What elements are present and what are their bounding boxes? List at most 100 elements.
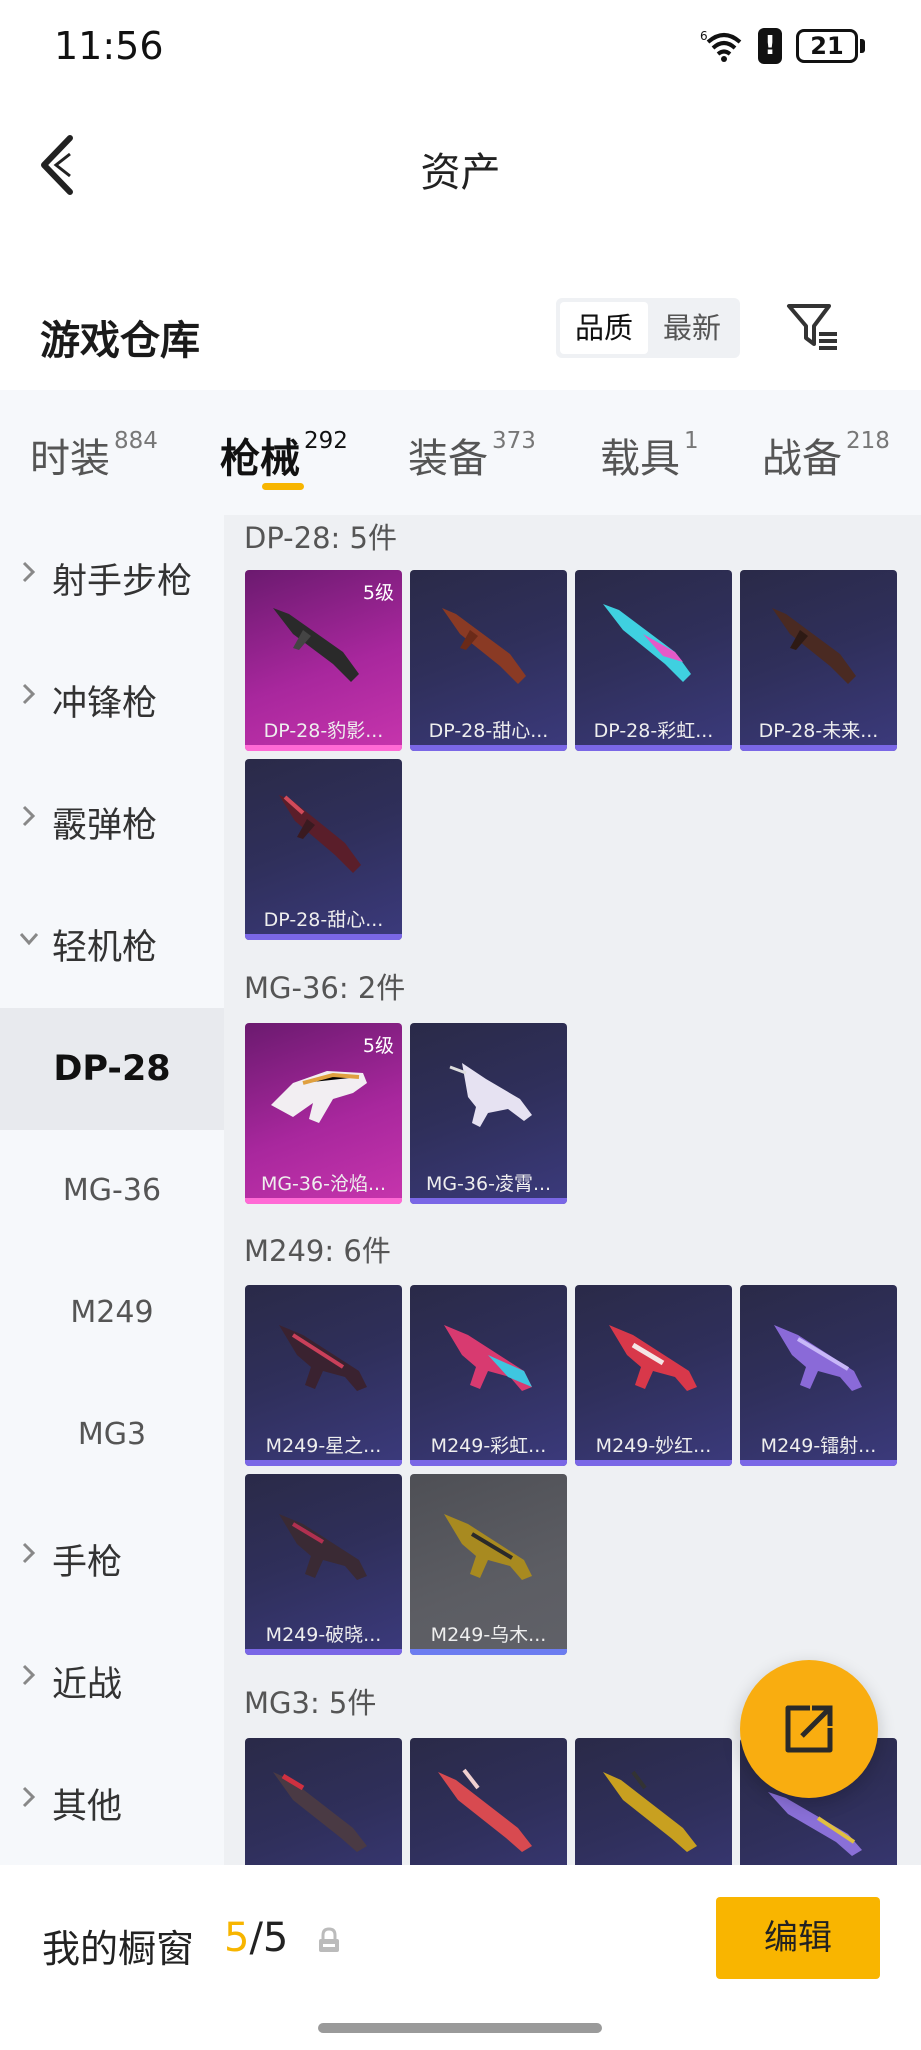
weapon-skin-image: [279, 1325, 367, 1391]
skin-card[interactable]: DP-28-甜心...: [410, 570, 567, 751]
home-indicator[interactable]: [318, 2023, 602, 2033]
skin-name: M249-星之...: [265, 1435, 382, 1457]
group-title: M249: 6件: [244, 1234, 391, 1268]
sidebar-item-label: 霰弹枪: [52, 806, 158, 846]
active-tab-indicator: [262, 483, 304, 490]
skin-name: DP-28-未来...: [758, 720, 879, 742]
skin-name: DP-28-甜心...: [428, 720, 549, 742]
section-head: 游戏仓库 品质 最新: [0, 290, 921, 390]
svg-text:6: 6: [700, 29, 708, 43]
skin-card[interactable]: M249-星之...: [245, 1285, 402, 1466]
skin-card[interactable]: DP-28-未来...: [740, 570, 897, 751]
chevron-right-icon: [22, 805, 36, 827]
skin-card[interactable]: DP-28-甜心...: [245, 759, 402, 940]
sidebar-item-marksman-rifle[interactable]: 射手步枪: [0, 515, 224, 637]
skin-card[interactable]: [575, 1738, 732, 1865]
showcase-label: 我的橱窗: [42, 1927, 195, 1971]
sidebar-subitem-dp28[interactable]: DP-28: [0, 1008, 224, 1130]
weapon-skin-image: [273, 608, 359, 682]
tab-count: 218: [846, 428, 890, 454]
skin-name: M249-乌木...: [430, 1624, 547, 1646]
sidebar-item-lmg[interactable]: 轻机枪: [0, 881, 224, 1003]
tab-firearms[interactable]: 枪械 292: [220, 426, 348, 484]
tab-label: 装备: [408, 436, 488, 482]
sidebar-item-shotgun[interactable]: 霰弹枪: [0, 759, 224, 881]
sidebar-item-label: 轻机枪: [52, 928, 158, 968]
skin-card[interactable]: [410, 1738, 567, 1865]
level-badge: 5级: [362, 1035, 394, 1057]
sidebar-item-pistol[interactable]: 手枪: [0, 1496, 224, 1618]
skin-card[interactable]: M249-乌木...: [410, 1474, 567, 1655]
skin-card[interactable]: MG-36-凌霄...: [410, 1023, 567, 1204]
tab-vehicles[interactable]: 载具 1: [600, 426, 699, 484]
skin-card[interactable]: M249-破晓...: [245, 1474, 402, 1655]
sort-newest-option[interactable]: 最新: [648, 302, 736, 354]
weapon-skin-image: [271, 1071, 367, 1123]
showcase-current: 5: [224, 1915, 250, 1961]
skin-name: M249-镭射...: [760, 1435, 877, 1457]
top-bar: 资产: [0, 95, 921, 235]
showcase-total: /5: [249, 1915, 289, 1961]
battery-level: 21: [796, 29, 858, 63]
share-icon: [785, 1705, 833, 1753]
tab-label: 战备: [762, 436, 842, 482]
weapon-skin-image: [444, 1514, 532, 1580]
group-title: MG-36: 2件: [244, 971, 406, 1005]
section-title: 游戏仓库: [40, 318, 200, 364]
sidebar-subitem-mg36[interactable]: MG-36: [0, 1130, 224, 1252]
status-icons: 6 ! 21: [700, 28, 865, 64]
skin-card[interactable]: M249-彩虹...: [410, 1285, 567, 1466]
sidebar-item-other[interactable]: 其他: [0, 1740, 224, 1862]
weapon-skin-image: [774, 1325, 862, 1391]
filter-icon[interactable]: [785, 298, 841, 354]
wifi-icon: 6: [700, 29, 742, 62]
edit-button[interactable]: 编辑: [716, 1897, 880, 1979]
group-title: DP-28: 5件: [244, 521, 397, 555]
weapon-skin-image: [442, 608, 526, 684]
skin-name: MG-36-凌霄...: [425, 1173, 552, 1195]
skin-name: MG-36-沧焰...: [260, 1173, 387, 1195]
skin-name: M249-妙红...: [595, 1435, 712, 1457]
skin-name: DP-28-彩虹...: [593, 720, 714, 742]
tab-count: 373: [492, 428, 536, 454]
lock-icon: [319, 1927, 339, 1952]
share-button[interactable]: [740, 1660, 878, 1798]
sidebar-subitem-m249[interactable]: M249: [0, 1252, 224, 1374]
sidebar-item-label: 冲锋枪: [52, 684, 158, 724]
skin-card[interactable]: 5级 DP-28-豹影...: [245, 570, 402, 751]
sidebar-item-smg[interactable]: 冲锋枪: [0, 637, 224, 759]
tab-supplies[interactable]: 战备 218: [762, 426, 890, 484]
skin-card[interactable]: M249-镭射...: [740, 1285, 897, 1466]
tab-count: 884: [114, 428, 158, 454]
sort-toggle: 品质 最新: [556, 298, 740, 358]
tab-equipment[interactable]: 装备 373: [408, 426, 536, 484]
alert-icon: !: [758, 28, 782, 64]
skin-name: DP-28-甜心...: [263, 909, 384, 931]
sidebar-item-label: 射手步枪: [52, 562, 193, 602]
showcase-bar: 我的橱窗 5/5 编辑: [0, 1865, 921, 2050]
weapon-skin-image: [449, 1063, 532, 1127]
skin-card[interactable]: [245, 1738, 402, 1865]
status-bar: 11:56 6 ! 21: [0, 0, 921, 95]
sort-quality-option[interactable]: 品质: [560, 302, 648, 354]
skin-card[interactable]: DP-28-彩虹...: [575, 570, 732, 751]
weapon-skin-image: [279, 1514, 367, 1580]
status-time: 11:56: [54, 24, 164, 68]
skin-card[interactable]: 5级 MG-36-沧焰...: [245, 1023, 402, 1204]
group-title: MG3: 5件: [244, 1686, 377, 1720]
sidebar-item-label: 近战: [52, 1665, 123, 1705]
battery-icon: 21: [796, 29, 865, 63]
showcase-count: 5/5: [224, 1915, 288, 1961]
tab-count: 292: [304, 428, 348, 454]
weapon-category-sidebar: 射手步枪 冲锋枪 霰弹枪 轻机枪 DP-28 MG-36 M249 MG3 手枪…: [0, 515, 224, 1865]
skin-card[interactable]: M249-妙红...: [575, 1285, 732, 1466]
weapon-skin-image: [603, 1770, 697, 1852]
weapon-skin-image: [279, 795, 361, 873]
chevron-right-icon: [22, 1542, 36, 1564]
sidebar-item-melee[interactable]: 近战: [0, 1618, 224, 1740]
weapon-skin-image: [438, 1768, 532, 1852]
sidebar-subitem-mg3[interactable]: MG3: [0, 1374, 224, 1496]
weapon-skin-image: [609, 1325, 697, 1391]
tab-fashion[interactable]: 时装 884: [30, 426, 158, 484]
chevron-right-icon: [22, 1786, 36, 1808]
